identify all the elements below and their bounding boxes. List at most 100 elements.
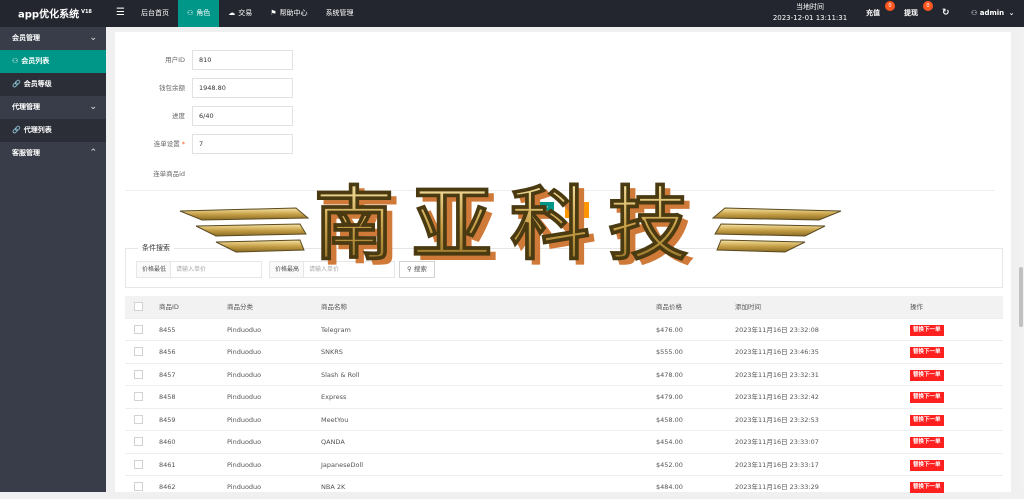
reset-button[interactable]: 重置: [565, 202, 590, 218]
confirm-button[interactable]: 确定: [530, 202, 555, 218]
max-price-label: 价格最高: [269, 261, 306, 278]
table-header: 商品ID 商品分类 商品名称 商品价格 添加时间 操作: [125, 296, 1003, 319]
page-scrollbar[interactable]: [1018, 27, 1024, 492]
col-header-time: 添加时间: [735, 303, 761, 311]
table-row: 8455 Pinduoduo Telegram $476.00 2023年11月16日 …: [125, 319, 1003, 341]
cell-time: 2023年11月16日 23:33:17: [735, 460, 819, 469]
sidebar-group-member[interactable]: 会员管理 ⌄: [0, 27, 106, 50]
cell-time: 2023年11月16日 23:32:53: [735, 415, 819, 424]
user-menu[interactable]: ⚇ admin ⌄: [971, 0, 1014, 27]
cell-price: $458.00: [656, 415, 683, 424]
row-checkbox[interactable]: [134, 459, 143, 469]
sidebar-group-service[interactable]: 客服管理 ⌃: [0, 142, 106, 165]
topnav-trade[interactable]: ☁ 交易: [219, 0, 261, 27]
row-checkbox[interactable]: [134, 369, 143, 379]
cell-category: Pinduoduo: [227, 460, 262, 469]
cell-id: 8461: [159, 460, 176, 469]
form-row-chain: 连单设置 * 7: [115, 134, 415, 154]
sidebar: 会员管理 ⌄ ⚇ 会员列表 🔗 会员等级 代理管理 ⌄ 🔗 代理列表 客服管理 ⌃: [0, 27, 106, 492]
table-row: 8459 Pinduoduo MeetYou $458.00 2023年11月16日 2…: [125, 409, 1003, 431]
max-price-input[interactable]: 请输入单价: [303, 261, 395, 278]
cell-time: 2023年11月16日 23:32:42: [735, 393, 819, 401]
app-version: V18: [81, 9, 92, 15]
search-button[interactable]: ⚲ 搜索: [399, 261, 435, 278]
chevron-down-icon: ⌄: [1008, 9, 1015, 17]
table-row: 8461 Pinduoduo JapaneseDoll $452.00 2023年11月…: [125, 454, 1003, 476]
withdraw-link[interactable]: 提现 0: [904, 0, 933, 27]
topnav-home[interactable]: 后台首页: [132, 0, 178, 27]
recharge-link[interactable]: 充值 0: [866, 0, 895, 27]
topnav-home-label: 后台首页: [141, 9, 169, 17]
sidebar-item-label: 代理列表: [23, 126, 52, 134]
cell-id: 8462: [159, 483, 176, 491]
sidebar-group-member-label: 会员管理: [12, 34, 40, 42]
cell-id: 8455: [159, 325, 176, 334]
cell-id: 8459: [159, 415, 176, 424]
replace-next-order-button[interactable]: 替换下一单: [910, 414, 944, 426]
cell-name: Telegram: [321, 325, 351, 334]
cell-name: QANDA: [321, 438, 345, 446]
row-checkbox[interactable]: [134, 414, 143, 424]
cell-price: $479.00: [656, 393, 683, 401]
row-checkbox[interactable]: [134, 324, 143, 334]
sidebar-item-member-list[interactable]: ⚇ 会员列表: [0, 50, 106, 73]
cell-name: NBA 2K: [321, 483, 346, 491]
cell-price: $476.00: [656, 325, 683, 334]
user-icon: ⚇: [971, 9, 980, 17]
app-logo: app优化系统 V18: [0, 0, 106, 27]
table-row: 8462 Pinduoduo NBA 2K $484.00 2023年11月16日 23…: [125, 476, 1003, 499]
replace-next-order-button[interactable]: 替换下一单: [910, 437, 944, 448]
balance-field[interactable]: 1948.80: [192, 78, 293, 98]
cell-price: $478.00: [656, 370, 683, 379]
app-title: app优化系统: [18, 9, 80, 21]
local-time: 当地时间 2023-12-01 13:11:31: [772, 2, 848, 24]
cell-category: Pinduoduo: [227, 415, 262, 424]
replace-next-order-button[interactable]: 替换下一单: [910, 482, 944, 493]
refresh-icon[interactable]: ↻: [942, 0, 950, 27]
table-row: 8457 Pinduoduo Slash & Roll $478.00 2023年11月…: [125, 364, 1003, 386]
row-checkbox[interactable]: [134, 392, 143, 401]
sidebar-item-member-level[interactable]: 🔗 会员等级: [0, 73, 106, 96]
cell-price: $454.00: [656, 438, 683, 446]
col-header-op: 操作: [910, 303, 923, 311]
replace-next-order-button[interactable]: 替换下一单: [910, 369, 944, 381]
cell-price: $484.00: [656, 483, 683, 491]
min-price-input[interactable]: 请输入单价: [170, 261, 262, 278]
col-header-category: 商品分类: [227, 303, 253, 311]
replace-next-order-button[interactable]: 替换下一单: [910, 392, 944, 403]
sidebar-item-label: 会员等级: [23, 80, 52, 88]
topnav-role[interactable]: ⚇ 角色: [178, 0, 220, 27]
cell-name: Slash & Roll: [321, 370, 360, 379]
topnav-system[interactable]: 系统管理: [317, 0, 363, 27]
chain-field[interactable]: 7: [192, 134, 293, 154]
replace-next-order-button[interactable]: 替换下一单: [910, 347, 944, 358]
select-all-checkbox[interactable]: [134, 302, 143, 311]
col-header-id: 商品ID: [159, 303, 179, 311]
sidebar-group-agent[interactable]: 代理管理 ⌄: [0, 96, 106, 119]
progress-field[interactable]: 6/40: [192, 106, 293, 126]
chain-label: 连单设置 *: [115, 134, 185, 154]
cell-category: Pinduoduo: [227, 348, 262, 356]
cell-id: 8456: [159, 348, 176, 356]
scrollbar-thumb[interactable]: [1019, 267, 1023, 327]
cell-category: Pinduoduo: [227, 370, 262, 379]
form-row-progress: 进度 6/40: [115, 106, 415, 126]
form-row-chain-goods: 连单商品id: [115, 164, 415, 184]
user-id-field[interactable]: 810: [192, 50, 293, 70]
cell-name: MeetYou: [321, 415, 349, 424]
topnav-trade-label: 交易: [238, 9, 253, 17]
replace-next-order-button[interactable]: 替换下一单: [910, 324, 944, 336]
user-icon: ⚇: [187, 9, 194, 17]
replace-next-order-button[interactable]: 替换下一单: [910, 459, 944, 471]
row-checkbox[interactable]: [134, 437, 143, 446]
sidebar-item-agent-list[interactable]: 🔗 代理列表: [0, 119, 106, 142]
chevron-down-icon: ⌄: [89, 102, 97, 112]
topnav-help[interactable]: ⚑ 帮助中心: [261, 0, 316, 27]
col-header-price: 商品价格: [656, 303, 682, 311]
menu-toggle-icon[interactable]: ☰: [116, 7, 125, 18]
row-checkbox[interactable]: [134, 482, 143, 491]
table-body: 8455 Pinduoduo Telegram $476.00 2023年11月16日 …: [125, 319, 1003, 499]
topnav-help-label: 帮助中心: [279, 9, 308, 17]
row-checkbox[interactable]: [134, 347, 143, 356]
required-mark: *: [181, 140, 185, 148]
